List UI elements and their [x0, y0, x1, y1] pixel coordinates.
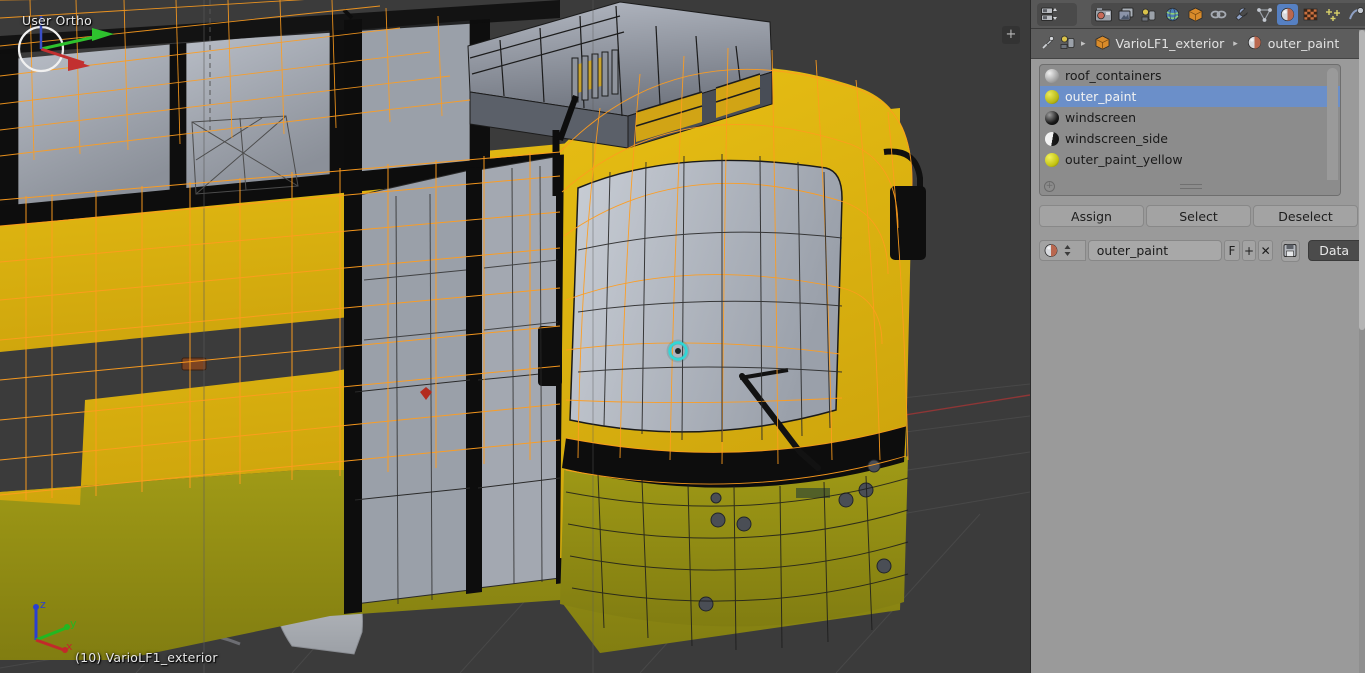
object-tab[interactable]: [1185, 4, 1206, 25]
material-datablock-row: outer_paint F + ✕ Data: [1039, 239, 1365, 262]
breadcrumb: ▸ VarioLF1_exterior ▸ outer_paint: [1031, 29, 1365, 59]
svg-text:x: x: [66, 640, 73, 653]
material-slot-windscreen[interactable]: windscreen: [1040, 107, 1340, 128]
properties-scrollbar[interactable]: [1359, 30, 1365, 673]
material-slot-label: windscreen_side: [1065, 131, 1168, 146]
add-material-slot-icon[interactable]: +: [1044, 181, 1055, 192]
scene-tab[interactable]: [1139, 4, 1160, 25]
breadcrumb-arrow-1: ▸: [1081, 38, 1086, 49]
select-button[interactable]: Select: [1146, 205, 1251, 227]
physics-tab[interactable]: [1346, 4, 1365, 25]
properties-scrollbar-thumb[interactable]: [1359, 30, 1365, 330]
material-preview-ball: [1045, 110, 1059, 125]
material-slot-roof-containers[interactable]: roof_containers: [1040, 65, 1340, 86]
properties-tab-row[interactable]: [1091, 3, 1365, 26]
data-button[interactable]: Data: [1308, 240, 1365, 261]
world-tab[interactable]: [1162, 4, 1183, 25]
scene-icon[interactable]: [1060, 35, 1077, 52]
material-preview-ball: [1045, 152, 1059, 167]
editor-type-icon[interactable]: [1039, 4, 1060, 25]
particles-tab[interactable]: [1323, 4, 1344, 25]
material-slot-windscreen-side[interactable]: windscreen_side: [1040, 128, 1340, 149]
material-list-scrollbar[interactable]: [1327, 68, 1338, 186]
material-list-footer: +: [1040, 180, 1340, 195]
material-name-input[interactable]: outer_paint: [1087, 240, 1223, 261]
properties-editor: ▸ VarioLF1_exterior ▸ outer_paint roof_c…: [1030, 0, 1365, 673]
plus-icon[interactable]: +: [1002, 26, 1020, 44]
svg-text:z: z: [40, 598, 46, 611]
constraints-tab[interactable]: [1208, 4, 1229, 25]
breadcrumb-arrow-2: ▸: [1233, 38, 1238, 49]
fake-user-button[interactable]: F: [1224, 240, 1240, 261]
texture-tab[interactable]: [1300, 4, 1321, 25]
material-preview-ball: [1045, 131, 1059, 146]
pin-icon[interactable]: [1039, 35, 1056, 52]
material-slot-label: roof_containers: [1065, 68, 1162, 83]
material-slot-outer-paint[interactable]: outer_paint: [1040, 86, 1340, 107]
editor-type-group[interactable]: [1037, 3, 1077, 26]
list-resize-grip[interactable]: [1180, 184, 1202, 189]
svg-text:y: y: [70, 617, 77, 630]
breadcrumb-material-name[interactable]: outer_paint: [1268, 36, 1339, 51]
material-slot-label: windscreen: [1065, 110, 1137, 125]
material-slot-outer-paint-yellow[interactable]: outer_paint_yellow: [1040, 149, 1340, 170]
material-browse-button[interactable]: [1039, 240, 1086, 261]
deselect-button[interactable]: Deselect: [1253, 205, 1358, 227]
material-preview-ball: [1045, 89, 1059, 104]
render-tab[interactable]: [1093, 4, 1114, 25]
material-slot-label: outer_paint: [1065, 89, 1137, 104]
assign-button[interactable]: Assign: [1039, 205, 1144, 227]
save-icon[interactable]: [1280, 239, 1301, 262]
3d-viewport[interactable]: z y x User Ortho (10) VarioLF1_exterior …: [0, 0, 1030, 673]
modifiers-tab[interactable]: [1231, 4, 1252, 25]
chevron-updown-icon: [1064, 245, 1071, 256]
new-material-button[interactable]: +: [1241, 240, 1257, 261]
breadcrumb-object-name[interactable]: VarioLF1_exterior: [1116, 36, 1225, 51]
unlink-material-button[interactable]: ✕: [1258, 240, 1273, 261]
material-tab[interactable]: [1277, 4, 1298, 25]
cube-icon: [1094, 35, 1111, 52]
material-preview-ball: [1045, 68, 1059, 83]
slot-action-buttons: Assign Select Deselect: [1039, 205, 1358, 227]
render-layers-tab[interactable]: [1116, 4, 1137, 25]
material-sphere-icon: [1246, 35, 1263, 52]
material-slot-label: outer_paint_yellow: [1065, 152, 1183, 167]
object-data-tab[interactable]: [1254, 4, 1275, 25]
properties-header: [1031, 0, 1365, 29]
blender-window: z y x User Ortho (10) VarioLF1_exterior …: [0, 0, 1365, 673]
material-slot-list[interactable]: roof_containers outer_paint windscreen w…: [1039, 64, 1341, 196]
